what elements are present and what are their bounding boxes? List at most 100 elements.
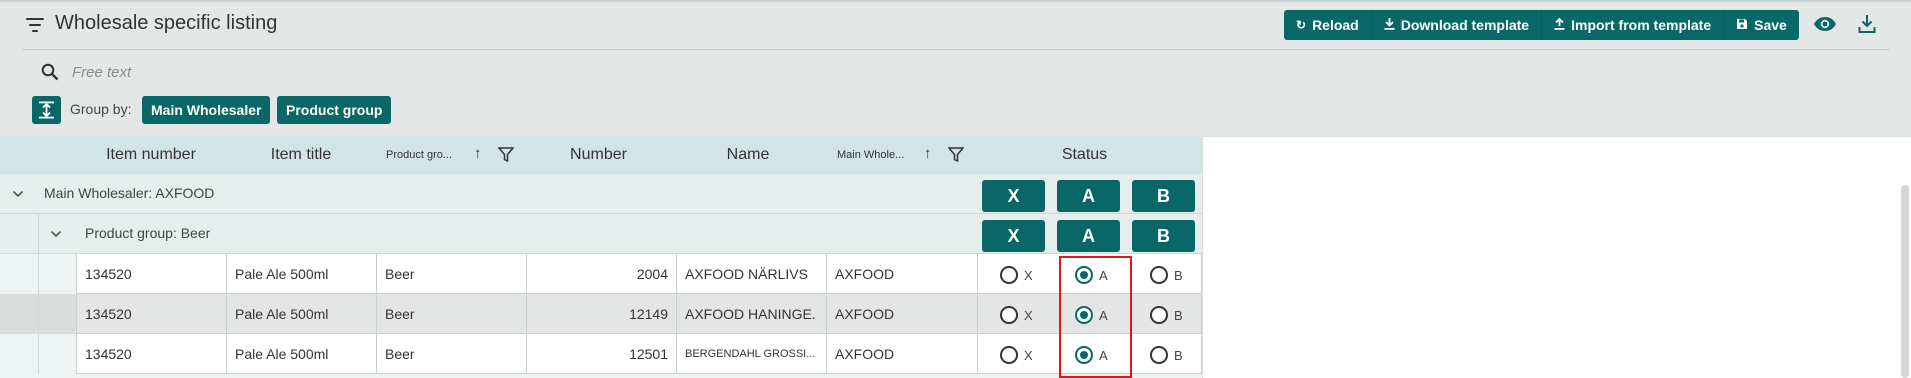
group-label-product-group: Product group: Beer <box>85 225 211 241</box>
set-all-a-button[interactable]: A <box>1057 180 1120 212</box>
save-label: Save <box>1754 17 1787 33</box>
download-template-label: Download template <box>1400 17 1530 33</box>
funnel-icon[interactable] <box>947 147 965 163</box>
download-icon <box>1384 18 1395 32</box>
upload-icon <box>1554 17 1565 32</box>
radio-label: A <box>1099 307 1108 323</box>
col-product-group[interactable]: Product gro... <box>386 136 466 174</box>
row-indent <box>0 294 76 334</box>
status-radio-b[interactable]: B <box>1150 346 1183 364</box>
cell-item-title: Pale Ale 500ml <box>226 334 376 374</box>
chevron-down-icon[interactable] <box>12 187 24 199</box>
table-row[interactable]: 134520 Pale Ale 500ml Beer 2004 AXFOOD N… <box>0 254 1202 294</box>
radio-circle <box>1000 306 1018 324</box>
radio-circle <box>1150 306 1168 324</box>
search-input[interactable] <box>72 61 472 83</box>
detail-pane <box>1202 136 1911 378</box>
status-radio-x[interactable]: X <box>1000 346 1033 364</box>
radio-circle <box>1150 266 1168 284</box>
funnel-icon[interactable] <box>497 147 515 163</box>
row-indent <box>0 334 76 374</box>
table-row[interactable]: 134520 Pale Ale 500ml Beer 12149 AXFOOD … <box>0 294 1202 334</box>
radio-label: X <box>1024 267 1033 283</box>
col-name[interactable]: Name <box>676 136 820 174</box>
cell-name: BERGENDAHL GROSSI... <box>676 334 826 374</box>
status-radio-b[interactable]: B <box>1150 266 1183 284</box>
radio-label: A <box>1099 267 1108 283</box>
header-divider <box>22 49 1890 50</box>
set-all-x-button[interactable]: X <box>982 180 1045 212</box>
cell-item-title: Pale Ale 500ml <box>226 254 376 294</box>
status-radio-b[interactable]: B <box>1150 306 1183 324</box>
cell-main-wholesaler: AXFOOD <box>826 334 977 374</box>
col-item-number[interactable]: Item number <box>76 136 226 174</box>
radio-label: X <box>1024 347 1033 363</box>
vertical-scrollbar[interactable] <box>1901 185 1909 378</box>
search-icon <box>41 63 59 81</box>
cell-number: 12149 <box>526 294 676 334</box>
radio-label: B <box>1174 347 1183 363</box>
floppy-disk-icon <box>1736 18 1748 32</box>
radio-circle <box>1000 266 1018 284</box>
import-from-template-button[interactable]: Import from template <box>1542 10 1725 40</box>
status-radio-a[interactable]: A <box>1075 346 1108 364</box>
set-all-b-button[interactable]: B <box>1132 180 1195 212</box>
cell-product-group: Beer <box>376 334 526 374</box>
cell-main-wholesaler: AXFOOD <box>826 294 977 334</box>
cell-product-group: Beer <box>376 294 526 334</box>
reload-button[interactable]: ↻ Reload <box>1284 10 1372 40</box>
col-number[interactable]: Number <box>526 136 671 174</box>
save-button[interactable]: Save <box>1724 10 1799 40</box>
cell-item-number: 134520 <box>76 334 226 374</box>
group-label-main-wholesaler: Main Wholesaler: AXFOOD <box>44 185 215 201</box>
cell-name: AXFOOD NÄRLIVS <box>676 254 826 294</box>
status-radio-a[interactable]: A <box>1075 266 1108 284</box>
status-radio-x[interactable]: X <box>1000 266 1033 284</box>
group-by-label: Group by: <box>70 101 132 117</box>
col-item-title[interactable]: Item title <box>226 136 376 174</box>
page: Wholesale specific listing ↻ Reload Down… <box>0 0 1911 378</box>
radio-label: A <box>1099 347 1108 363</box>
group-toggle-button[interactable] <box>32 96 61 124</box>
radio-label: B <box>1174 307 1183 323</box>
reload-label: Reload <box>1312 17 1359 33</box>
cell-number: 2004 <box>526 254 676 294</box>
indent-divider <box>38 214 39 254</box>
row-indent <box>0 254 76 294</box>
group-chip-main-wholesaler[interactable]: Main Wholesaler <box>142 96 271 124</box>
set-group-x-button[interactable]: X <box>982 220 1045 252</box>
filter-lines-icon[interactable] <box>26 18 44 32</box>
cell-number: 12501 <box>526 334 676 374</box>
col-main-wholesaler[interactable]: Main Whole... <box>837 136 917 174</box>
arrow-up-icon[interactable]: ↑ <box>924 145 932 162</box>
page-title: Wholesale specific listing <box>55 12 278 34</box>
group-row-main-wholesaler[interactable]: Main Wholesaler: AXFOOD X A B <box>0 174 1202 214</box>
listing-table: Item number Item title Product gro... ↑ … <box>0 136 1202 378</box>
arrow-up-icon[interactable]: ↑ <box>474 145 482 162</box>
radio-label: B <box>1174 267 1183 283</box>
cell-item-number: 134520 <box>76 254 226 294</box>
cell-item-number: 134520 <box>76 294 226 334</box>
radio-circle <box>1150 346 1168 364</box>
download-tray-icon[interactable] <box>1858 14 1876 34</box>
radio-circle-selected <box>1075 306 1093 324</box>
cell-item-title: Pale Ale 500ml <box>226 294 376 334</box>
radio-circle-selected <box>1075 346 1093 364</box>
set-group-b-button[interactable]: B <box>1132 220 1195 252</box>
radio-circle-selected <box>1075 266 1093 284</box>
import-from-template-label: Import from template <box>1571 17 1712 33</box>
refresh-icon: ↻ <box>1296 18 1307 32</box>
set-group-a-button[interactable]: A <box>1057 220 1120 252</box>
radio-label: X <box>1024 307 1033 323</box>
cell-name: AXFOOD HANINGE. <box>676 294 826 334</box>
chevron-down-icon[interactable] <box>50 227 62 239</box>
table-row[interactable]: 134520 Pale Ale 500ml Beer 12501 BERGEND… <box>0 334 1202 374</box>
download-template-button[interactable]: Download template <box>1372 10 1543 40</box>
group-row-product-group[interactable]: Product group: Beer X A B <box>0 214 1202 254</box>
group-chip-product-group[interactable]: Product group <box>277 96 392 124</box>
status-radio-x[interactable]: X <box>1000 306 1033 324</box>
col-status: Status <box>1061 146 1108 163</box>
status-radio-a[interactable]: A <box>1075 306 1108 324</box>
page-header: Wholesale specific listing ↻ Reload Down… <box>0 0 1911 50</box>
eye-icon[interactable] <box>1813 16 1837 32</box>
